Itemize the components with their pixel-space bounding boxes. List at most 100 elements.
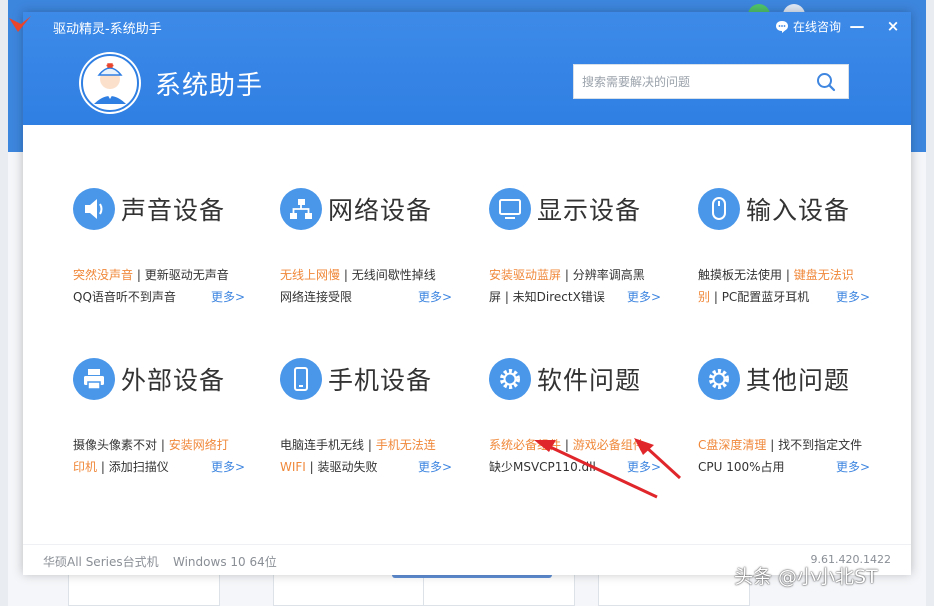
more-link[interactable]: 更多> <box>211 286 245 308</box>
issue-link[interactable]: 安装驱动蓝屏 <box>489 268 561 282</box>
category-title: 显示设备 <box>537 196 642 225</box>
category-links: 触摸板无法使用 | 键盘无法识 别 | PC配置蓝牙耳机 更多> <box>698 264 878 308</box>
link-line-2: 网络连接受限 更多> <box>280 286 460 308</box>
issue-link[interactable]: 屏 | 未知DirectX错误 <box>489 290 605 304</box>
category-links: 突然没声音 | 更新驱动无声音 QQ语音听不到声音 更多> <box>73 264 253 308</box>
category-header[interactable]: 显示设备 <box>489 188 669 230</box>
link-line-1: 触摸板无法使用 | 键盘无法识 <box>698 264 878 286</box>
category-header[interactable]: 手机设备 <box>280 358 460 400</box>
separator: | <box>364 438 376 452</box>
category-links: 摄像头像素不对 | 安装网络打 印机 | 添加扫描仪 更多> <box>73 434 253 478</box>
issue-link[interactable]: QQ语音听不到声音 <box>73 290 176 304</box>
search-input[interactable] <box>574 66 814 97</box>
category-header[interactable]: 网络设备 <box>280 188 460 230</box>
category-external: 外部设备 摄像头像素不对 | 安装网络打 印机 | 添加扫描仪 更多> <box>73 358 253 478</box>
link-line-2: 印机 | 添加扫描仪 更多> <box>73 456 253 478</box>
category-software: 软件问题 系统必备组件 | 游戏必备组件 缺少MSVCP110.dll 更多> <box>489 358 669 478</box>
category-title: 声音设备 <box>121 196 226 225</box>
category-header[interactable]: 其他问题 <box>698 358 878 400</box>
doctor-avatar-icon <box>79 52 141 114</box>
category-header[interactable]: 输入设备 <box>698 188 878 230</box>
separator: | <box>340 268 352 282</box>
issue-link[interactable]: 触摸板无法使用 <box>698 268 782 282</box>
category-phone: 手机设备 电脑连手机无线 | 手机无法连 WIFI | 装驱动失败 更多> <box>280 358 460 478</box>
issue-link[interactable]: 电脑连手机无线 <box>280 438 364 452</box>
link-line-1: C盘深度清理 | 找不到指定文件 <box>698 434 878 456</box>
search-icon[interactable] <box>814 70 838 94</box>
category-header[interactable]: 软件问题 <box>489 358 669 400</box>
os-text: Windows 10 64位 <box>173 555 277 569</box>
issue-link[interactable]: C盘深度清理 <box>698 438 766 452</box>
speaker-icon <box>73 188 115 230</box>
issue-link[interactable]: 网络连接受限 <box>280 290 352 304</box>
network-icon <box>280 188 322 230</box>
more-link[interactable]: 更多> <box>211 456 245 478</box>
more-link[interactable]: 更多> <box>627 286 661 308</box>
issue-link[interactable]: CPU 100%占用 <box>698 460 785 474</box>
mouse-icon <box>698 188 740 230</box>
issue-link[interactable]: WIFI <box>280 460 306 474</box>
close-button[interactable]: × <box>883 16 903 36</box>
category-network: 网络设备 无线上网慢 | 无线间歇性掉线 网络连接受限 更多> <box>280 188 460 308</box>
category-title: 网络设备 <box>328 196 433 225</box>
link-line-1: 突然没声音 | 更新驱动无声音 <box>73 264 253 286</box>
window-title: 驱动精灵-系统助手 <box>53 22 162 37</box>
consult-label: 在线咨询 <box>793 20 842 34</box>
issue-link[interactable]: 键盘无法识 <box>794 268 854 282</box>
brand-area: 系统助手 <box>79 52 263 114</box>
watermark: 头条 @小小北ST <box>734 566 878 588</box>
phone-icon <box>280 358 322 400</box>
issue-link[interactable]: 缺少MSVCP110.dll <box>489 460 596 474</box>
title-bar[interactable]: 驱动精灵-系统助手 在线咨询 — × <box>9 12 911 40</box>
issue-link[interactable]: 突然没声音 <box>73 268 133 282</box>
category-other: 其他问题 C盘深度清理 | 找不到指定文件 CPU 100%占用 更多> <box>698 358 878 478</box>
issue-link[interactable]: PC配置蓝牙耳机 <box>722 290 810 304</box>
issue-link[interactable]: 游戏必备组件 <box>573 438 645 452</box>
link-line-2: WIFI | 装驱动失败 更多> <box>280 456 460 478</box>
category-display: 显示设备 安装驱动蓝屏 | 分辨率调高黑 屏 | 未知DirectX错误 更多> <box>489 188 669 308</box>
link-line-2: QQ语音听不到声音 更多> <box>73 286 253 308</box>
issue-link[interactable]: 无线上网慢 <box>280 268 340 282</box>
online-consult-button[interactable]: 在线咨询 <box>775 18 841 35</box>
pc-model-text: 华硕All Series台式机 <box>43 555 159 569</box>
link-line-2: 缺少MSVCP110.dll 更多> <box>489 456 669 478</box>
more-link[interactable]: 更多> <box>418 286 452 308</box>
category-links: 电脑连手机无线 | 手机无法连 WIFI | 装驱动失败 更多> <box>280 434 460 478</box>
category-title: 其他问题 <box>746 366 851 395</box>
more-link[interactable]: 更多> <box>836 456 870 478</box>
separator: | <box>561 438 573 452</box>
issue-link[interactable]: 分辨率调高黑 <box>573 268 645 282</box>
brand-title: 系统助手 <box>155 70 264 101</box>
link-line-1: 电脑连手机无线 | 手机无法连 <box>280 434 460 456</box>
category-sound: 声音设备 突然没声音 | 更新驱动无声音 QQ语音听不到声音 更多> <box>73 188 253 308</box>
monitor-icon <box>489 188 531 230</box>
issue-link[interactable]: 装驱动失败 <box>318 460 378 474</box>
category-links: 安装驱动蓝屏 | 分辨率调高黑 屏 | 未知DirectX错误 更多> <box>489 264 669 308</box>
issue-link[interactable]: 手机无法连 <box>376 438 436 452</box>
search-box <box>573 64 849 99</box>
chat-bubble-icon <box>776 21 788 33</box>
more-link[interactable]: 更多> <box>627 456 661 478</box>
minimize-button[interactable]: — <box>847 16 867 36</box>
issue-link[interactable]: 印机 <box>73 460 97 474</box>
category-input: 输入设备 触摸板无法使用 | 键盘无法识 别 | PC配置蓝牙耳机 更多> <box>698 188 878 308</box>
issue-link[interactable]: 找不到指定文件 <box>778 438 862 452</box>
link-line-1: 系统必备组件 | 游戏必备组件 <box>489 434 669 456</box>
issue-link[interactable]: 更新驱动无声音 <box>145 268 229 282</box>
issue-link[interactable]: 摄像头像素不对 <box>73 438 157 452</box>
link-line-1: 安装驱动蓝屏 | 分辨率调高黑 <box>489 264 669 286</box>
more-link[interactable]: 更多> <box>418 456 452 478</box>
separator: | <box>561 268 573 282</box>
category-links: 无线上网慢 | 无线间歇性掉线 网络连接受限 更多> <box>280 264 460 308</box>
gear-icon <box>489 358 531 400</box>
category-links: 系统必备组件 | 游戏必备组件 缺少MSVCP110.dll 更多> <box>489 434 669 478</box>
issue-link[interactable]: 安装网络打 <box>169 438 229 452</box>
issue-link[interactable]: 系统必备组件 <box>489 438 561 452</box>
category-title: 手机设备 <box>328 366 433 395</box>
category-header[interactable]: 外部设备 <box>73 358 253 400</box>
more-link[interactable]: 更多> <box>836 286 870 308</box>
category-header[interactable]: 声音设备 <box>73 188 253 230</box>
issue-link[interactable]: 添加扫描仪 <box>109 460 169 474</box>
issue-link[interactable]: 无线间歇性掉线 <box>352 268 436 282</box>
issue-link[interactable]: 别 <box>698 290 710 304</box>
